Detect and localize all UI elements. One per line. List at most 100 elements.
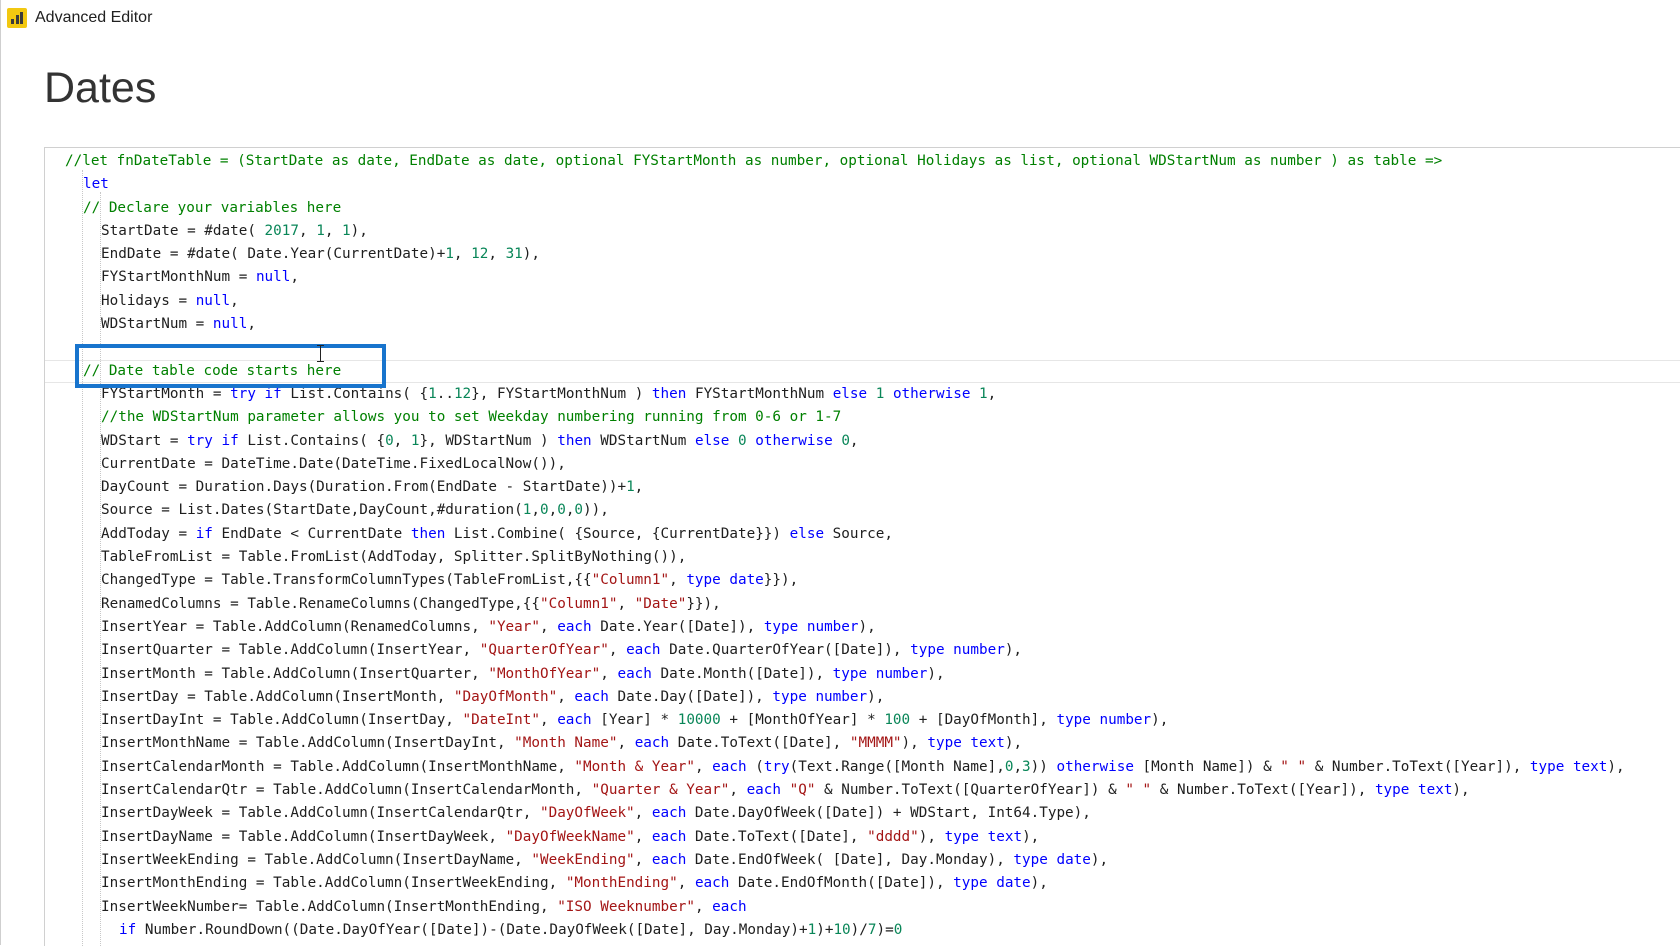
code-token: }, WDStartNum ) bbox=[419, 432, 558, 449]
code-token: , bbox=[540, 618, 558, 635]
code-line[interactable]: //let fnDateTable = (StartDate as date, … bbox=[45, 150, 1680, 173]
code-line[interactable]: Holidays = null, bbox=[45, 290, 1680, 313]
code-token: , bbox=[1013, 758, 1023, 775]
code-token: , bbox=[230, 292, 239, 309]
title-bar: Advanced Editor bbox=[1, 0, 1680, 36]
code-token: ), bbox=[901, 735, 928, 752]
code-token: InsertMonthEnding = Table.AddColumn(Inse… bbox=[101, 875, 566, 892]
code-line[interactable]: CurrentDate = DateTime.Date(DateTime.Fix… bbox=[45, 453, 1680, 476]
code-token: Date.QuarterOfYear([Date]), bbox=[660, 642, 911, 659]
code-token: "Month Name" bbox=[514, 735, 618, 752]
code-line[interactable]: WDStart = try if List.Contains( {0, 1}, … bbox=[45, 430, 1680, 453]
code-token: , bbox=[669, 572, 687, 589]
code-token: type text bbox=[1374, 782, 1453, 799]
code-line[interactable]: InsertDayWeek = Table.AddColumn(InsertCa… bbox=[45, 802, 1680, 825]
code-token: type date bbox=[686, 572, 764, 589]
code-line[interactable]: WDStartNum = null, bbox=[45, 313, 1680, 336]
code-line[interactable]: InsertCalendarQtr = Table.AddColumn(Inse… bbox=[45, 779, 1680, 802]
code-token: 3 bbox=[1022, 758, 1031, 775]
code-token: type number bbox=[910, 642, 1005, 659]
code-token: "DateInt" bbox=[462, 712, 540, 729]
code-token: )= bbox=[876, 921, 894, 938]
code-token: , bbox=[849, 432, 859, 449]
code-line[interactable]: InsertCalendarMonth = Table.AddColumn(In… bbox=[45, 756, 1680, 779]
code-token: otherwise bbox=[892, 385, 971, 402]
code-line[interactable]: if Number.RoundDown((Date.DayOfYear([Dat… bbox=[45, 919, 1680, 942]
code-token: type date bbox=[953, 875, 1031, 892]
code-line[interactable]: FYStartMonthNum = null, bbox=[45, 266, 1680, 289]
code-token: "DayOfMonth" bbox=[453, 688, 558, 705]
code-token: else bbox=[789, 525, 825, 542]
code-line[interactable]: InsertDay = Table.AddColumn(InsertMonth,… bbox=[45, 686, 1680, 709]
code-token: , bbox=[617, 595, 635, 612]
code-token: else bbox=[832, 385, 868, 402]
code-token: InsertWeekNumber= Table.AddColumn(Insert… bbox=[101, 898, 558, 915]
code-line[interactable]: EndDate = #date( Date.Year(CurrentDate)+… bbox=[45, 243, 1680, 266]
code-line[interactable]: InsertMonthEnding = Table.AddColumn(Inse… bbox=[45, 872, 1680, 895]
code-line[interactable]: FYStartMonth = try if List.Contains( {1.… bbox=[45, 383, 1680, 406]
code-line[interactable]: AddToday = if EndDate < CurrentDate then… bbox=[45, 523, 1680, 546]
code-line[interactable]: InsertWeekEnding = Table.AddColumn(Inser… bbox=[45, 849, 1680, 872]
code-token: ), bbox=[1004, 642, 1023, 659]
code-token: , bbox=[694, 758, 713, 775]
code-token: each bbox=[712, 898, 747, 915]
code-token: , bbox=[324, 222, 343, 239]
code-line[interactable]: InsertYear = Table.AddColumn(RenamedColu… bbox=[45, 616, 1680, 639]
code-line[interactable]: //the WDStartNum parameter allows you to… bbox=[45, 406, 1680, 429]
code-token: }}), bbox=[686, 595, 721, 612]
code-line[interactable]: DayCount = Duration.Days(Duration.From(E… bbox=[45, 476, 1680, 499]
advanced-editor-window: Advanced Editor Dates //let fnDateTable … bbox=[0, 0, 1680, 946]
code-line[interactable]: // Date table code starts here bbox=[45, 359, 1680, 384]
code-token: "DayOfWeek" bbox=[539, 805, 635, 822]
code-token: then bbox=[557, 432, 592, 449]
code-token: " " bbox=[1280, 758, 1307, 775]
code-token: 0 bbox=[539, 502, 549, 519]
code-token: "MonthOfYear" bbox=[488, 665, 601, 682]
code-line[interactable]: InsertWeekNumber= Table.AddColumn(Insert… bbox=[45, 896, 1680, 919]
code-token: 1 bbox=[428, 385, 437, 402]
code-line[interactable] bbox=[45, 336, 1680, 359]
code-line[interactable]: InsertQuarter = Table.AddColumn(InsertYe… bbox=[45, 639, 1680, 662]
code-token: [Year] * bbox=[591, 712, 678, 729]
code-token: StartDate = #date( bbox=[101, 222, 265, 239]
code-line[interactable]: InsertDayName = Table.AddColumn(InsertDa… bbox=[45, 826, 1680, 849]
code-line[interactable]: // Declare your variables here bbox=[45, 197, 1680, 220]
code-token: "DayOfWeekName" bbox=[505, 828, 635, 845]
code-editor[interactable]: //let fnDateTable = (StartDate as date, … bbox=[44, 147, 1680, 946]
code-token: each bbox=[634, 735, 670, 752]
code-token: 0 bbox=[893, 921, 903, 938]
code-token: , bbox=[453, 246, 472, 263]
code-token: try bbox=[763, 758, 790, 775]
code-line[interactable]: ChangedType = Table.TransformColumnTypes… bbox=[45, 569, 1680, 592]
code-token: Source = List.Dates(StartDate,DayCount,#… bbox=[101, 502, 523, 519]
code-token: "Year" bbox=[488, 618, 540, 635]
code-line[interactable]: InsertMonthName = Table.AddColumn(Insert… bbox=[45, 732, 1680, 755]
code-line[interactable]: InsertDayInt = Table.AddColumn(InsertDay… bbox=[45, 709, 1680, 732]
code-token: 0 bbox=[557, 502, 566, 519]
code-token: each bbox=[626, 642, 661, 659]
code-token: Holidays = bbox=[101, 292, 196, 309]
code-line[interactable]: Source = List.Dates(StartDate,DayCount,#… bbox=[45, 499, 1680, 522]
code-line[interactable]: RenamedColumns = Table.RenameColumns(Cha… bbox=[45, 593, 1680, 616]
code-token: }}), bbox=[763, 572, 799, 589]
code-token: " " bbox=[1125, 782, 1152, 799]
code-line[interactable]: InsertMonth = Table.AddColumn(InsertQuar… bbox=[45, 663, 1680, 686]
code-line[interactable]: TableFromList = Table.FromList(AddToday,… bbox=[45, 546, 1680, 569]
code-token: WDStartNum = bbox=[101, 316, 213, 333]
code-token: & Number.ToText([QuarterOfYear]) & bbox=[815, 782, 1126, 799]
code-lines[interactable]: //let fnDateTable = (StartDate as date, … bbox=[45, 150, 1680, 942]
code-token: InsertCalendarQtr = Table.AddColumn(Inse… bbox=[101, 782, 592, 799]
code-token: try if bbox=[230, 385, 282, 402]
code-token: null bbox=[255, 269, 291, 286]
code-line[interactable]: let bbox=[45, 173, 1680, 196]
code-token: 100 bbox=[884, 712, 911, 729]
code-line[interactable]: StartDate = #date( 2017, 1, 1), bbox=[45, 220, 1680, 243]
code-token: if bbox=[195, 525, 213, 542]
code-token: 1 bbox=[807, 921, 817, 938]
code-token: ), bbox=[1607, 758, 1625, 775]
code-token: , bbox=[539, 712, 558, 729]
code-token: Date.Day([Date]), bbox=[608, 688, 773, 705]
code-token: 1 bbox=[445, 246, 454, 263]
